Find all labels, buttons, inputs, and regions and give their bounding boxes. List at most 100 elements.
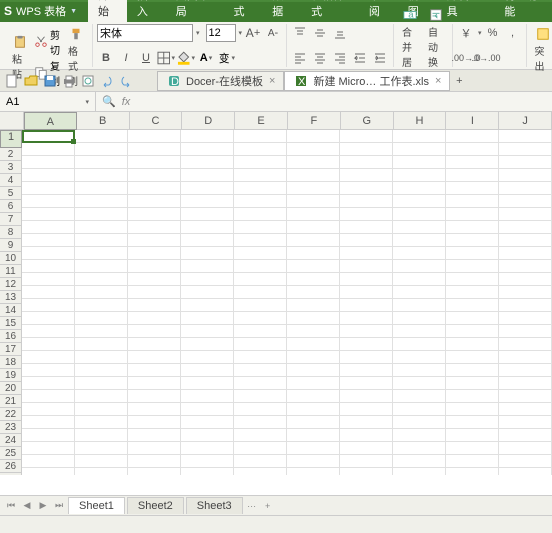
col-header[interactable]: D xyxy=(182,112,235,130)
cell[interactable] xyxy=(393,325,446,338)
cell[interactable] xyxy=(22,390,75,403)
cell[interactable] xyxy=(128,286,181,299)
cell[interactable] xyxy=(393,234,446,247)
cell[interactable] xyxy=(234,429,287,442)
cell[interactable] xyxy=(340,455,393,468)
name-box[interactable]: A1 ▾ xyxy=(0,92,96,111)
print-icon[interactable] xyxy=(61,73,77,89)
cell[interactable] xyxy=(75,351,128,364)
cell[interactable] xyxy=(340,403,393,416)
row-header[interactable]: 25 xyxy=(0,447,22,460)
cell[interactable] xyxy=(22,286,75,299)
align-center-icon[interactable] xyxy=(311,49,329,67)
cell[interactable] xyxy=(22,234,75,247)
cell[interactable] xyxy=(181,182,234,195)
cell[interactable] xyxy=(234,468,287,475)
col-header[interactable]: F xyxy=(288,112,341,130)
align-right-icon[interactable] xyxy=(331,49,349,67)
cell[interactable] xyxy=(234,416,287,429)
more-sheets-icon[interactable]: ··· xyxy=(245,499,259,513)
cell[interactable] xyxy=(287,221,340,234)
cell[interactable] xyxy=(22,312,75,325)
cell[interactable] xyxy=(446,234,499,247)
cell[interactable] xyxy=(287,442,340,455)
cell[interactable] xyxy=(340,416,393,429)
cell[interactable] xyxy=(75,416,128,429)
cell[interactable] xyxy=(181,156,234,169)
cell[interactable] xyxy=(22,377,75,390)
cell[interactable] xyxy=(446,273,499,286)
indent-increase-icon[interactable] xyxy=(371,49,389,67)
cell[interactable] xyxy=(499,208,552,221)
percent-button[interactable]: % xyxy=(484,24,502,42)
cell[interactable] xyxy=(75,130,128,143)
cell[interactable] xyxy=(340,312,393,325)
cell[interactable] xyxy=(499,312,552,325)
align-bottom-icon[interactable] xyxy=(331,24,349,42)
cell[interactable] xyxy=(181,390,234,403)
cell[interactable] xyxy=(234,221,287,234)
cell[interactable] xyxy=(234,143,287,156)
cell[interactable] xyxy=(287,325,340,338)
cell[interactable] xyxy=(75,429,128,442)
cell[interactable] xyxy=(75,468,128,475)
cell[interactable] xyxy=(181,143,234,156)
cell[interactable] xyxy=(22,221,75,234)
row-header[interactable]: 26 xyxy=(0,460,22,473)
cell[interactable] xyxy=(181,234,234,247)
cell[interactable] xyxy=(340,130,393,143)
cell[interactable] xyxy=(75,156,128,169)
cell[interactable] xyxy=(446,156,499,169)
app-menu-dropdown-icon[interactable]: ▼ xyxy=(70,8,77,15)
cell[interactable] xyxy=(446,416,499,429)
cell[interactable] xyxy=(393,221,446,234)
cell[interactable] xyxy=(234,390,287,403)
cell[interactable] xyxy=(499,364,552,377)
cell[interactable] xyxy=(499,143,552,156)
indent-decrease-icon[interactable] xyxy=(351,49,369,67)
cell[interactable] xyxy=(128,299,181,312)
tab-formula[interactable]: 公式 xyxy=(223,0,262,22)
cell[interactable] xyxy=(393,260,446,273)
tab-review[interactable]: 审阅 xyxy=(359,0,398,22)
cell[interactable] xyxy=(340,338,393,351)
chevron-down-icon[interactable]: ▾ xyxy=(85,98,89,106)
cell[interactable] xyxy=(181,286,234,299)
cell[interactable] xyxy=(446,195,499,208)
cell[interactable] xyxy=(287,169,340,182)
cell[interactable] xyxy=(22,364,75,377)
cell[interactable] xyxy=(234,260,287,273)
cell[interactable] xyxy=(340,429,393,442)
cell[interactable] xyxy=(128,221,181,234)
doc-tab-workbook[interactable]: X 新建 Micro… 工作表.xls × xyxy=(284,71,450,91)
cell[interactable] xyxy=(287,312,340,325)
cell[interactable] xyxy=(128,455,181,468)
save-icon[interactable] xyxy=(42,73,58,89)
tab-data[interactable]: 数据 xyxy=(262,0,301,22)
cell[interactable] xyxy=(499,299,552,312)
cell[interactable] xyxy=(499,325,552,338)
cell[interactable] xyxy=(393,442,446,455)
cell[interactable] xyxy=(393,403,446,416)
redo-icon[interactable] xyxy=(118,73,134,89)
cell[interactable] xyxy=(499,390,552,403)
cell[interactable] xyxy=(446,403,499,416)
cell[interactable] xyxy=(75,377,128,390)
cell[interactable] xyxy=(181,403,234,416)
cell[interactable] xyxy=(128,247,181,260)
cell[interactable] xyxy=(340,468,393,475)
last-sheet-icon[interactable]: ⏭ xyxy=(52,499,66,513)
cell[interactable] xyxy=(446,364,499,377)
cell[interactable] xyxy=(393,416,446,429)
row-header[interactable]: 1 xyxy=(0,130,22,148)
cell[interactable] xyxy=(446,390,499,403)
cell[interactable] xyxy=(287,455,340,468)
comma-button[interactable]: , xyxy=(504,24,522,42)
sheet-tab-2[interactable]: Sheet2 xyxy=(127,497,184,514)
cell[interactable] xyxy=(340,221,393,234)
cell[interactable] xyxy=(499,195,552,208)
cell[interactable] xyxy=(446,312,499,325)
fx-icon[interactable]: fx xyxy=(122,96,131,108)
cell[interactable] xyxy=(181,325,234,338)
cell[interactable] xyxy=(234,208,287,221)
